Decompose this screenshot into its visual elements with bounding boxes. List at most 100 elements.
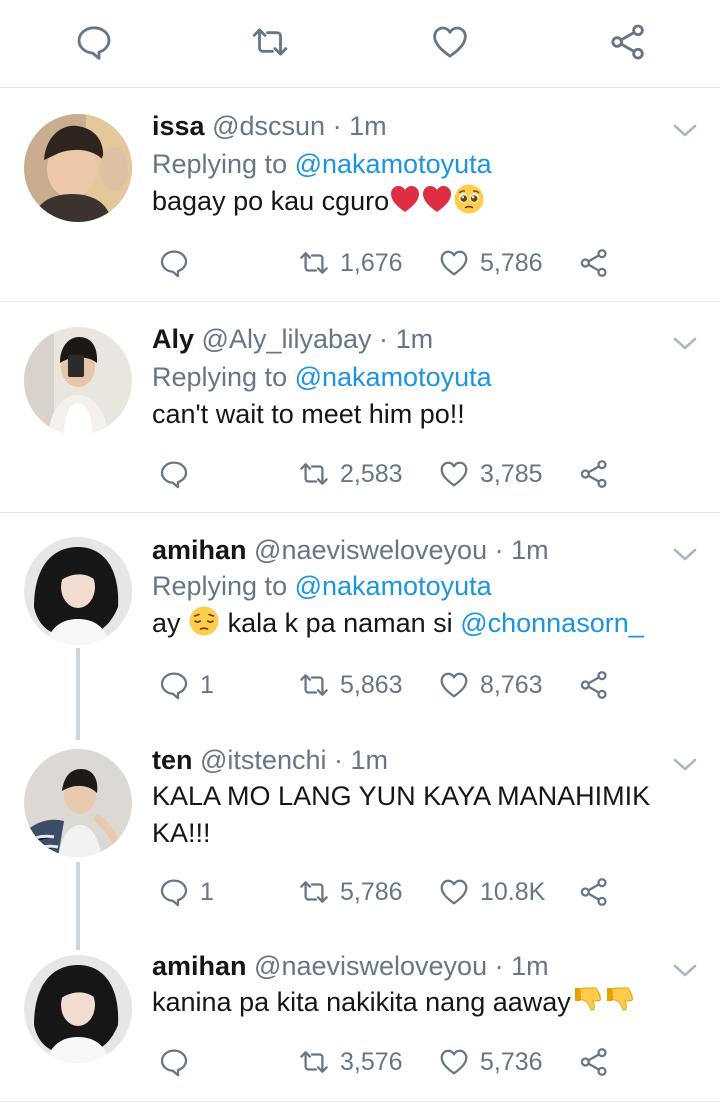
- share-button[interactable]: [578, 246, 610, 280]
- reply-icon: [158, 247, 190, 279]
- share-icon[interactable]: [608, 22, 648, 62]
- reply-icon[interactable]: [74, 22, 114, 62]
- tweet-text-content: ay: [152, 608, 181, 638]
- tweet-actions: 2,583 3,785: [152, 457, 622, 491]
- pleading-face-icon: [453, 183, 485, 215]
- like-button[interactable]: 5,786: [438, 246, 543, 280]
- retweet-count: 5,863: [340, 670, 403, 699]
- retweet-button[interactable]: 5,786: [298, 875, 403, 909]
- display-name[interactable]: amihan: [152, 951, 247, 981]
- like-icon: [438, 1046, 470, 1078]
- timestamp[interactable]: 1m: [511, 535, 549, 565]
- timestamp[interactable]: 1m: [396, 324, 434, 354]
- share-button[interactable]: [578, 457, 610, 491]
- mention-link[interactable]: @nakamotoyuta: [295, 149, 492, 179]
- chevron-down-icon[interactable]: [672, 547, 698, 563]
- like-button[interactable]: 5,736: [438, 1045, 543, 1079]
- timestamp[interactable]: 1m: [351, 745, 389, 775]
- tweet[interactable]: ten @itstenchi · 1m KALA MO LANG YUN KAY…: [0, 723, 720, 933]
- display-name[interactable]: Aly: [152, 324, 194, 354]
- timestamp[interactable]: 1m: [511, 951, 549, 981]
- retweet-count: 1,676: [340, 248, 403, 277]
- tweet-actions: 1 5,863 8,763: [152, 668, 622, 702]
- like-button[interactable]: 8,763: [438, 668, 543, 702]
- separator-dot: ·: [494, 535, 504, 565]
- avatar[interactable]: [24, 749, 132, 857]
- tweet-header: issa @dscsun · 1m: [152, 109, 387, 143]
- tweet-text-content: can't wait to meet him po!!: [152, 399, 465, 429]
- reply-button[interactable]: 1: [158, 875, 214, 909]
- reply-button[interactable]: [158, 457, 200, 491]
- tweet-header: ten @itstenchi · 1m: [152, 743, 388, 777]
- avatar[interactable]: [24, 114, 132, 222]
- tweet-text: KALA MO LANG YUN KAYA MANAHIMIK KA!!!: [152, 778, 697, 852]
- replying-to-label: Replying to: [152, 149, 288, 179]
- chevron-down-icon[interactable]: [672, 123, 698, 139]
- reply-count: 1: [200, 670, 214, 699]
- display-name[interactable]: ten: [152, 745, 193, 775]
- tweet[interactable]: amihan @naevisweloveyou · 1m kanina pa k…: [0, 933, 720, 1102]
- display-name[interactable]: amihan: [152, 535, 247, 565]
- user-handle[interactable]: @naevisweloveyou: [254, 951, 487, 981]
- replying-to-label: Replying to: [152, 362, 288, 392]
- share-button[interactable]: [578, 875, 610, 909]
- chevron-down-icon[interactable]: [672, 336, 698, 352]
- like-count: 8,763: [480, 670, 543, 699]
- reply-button[interactable]: 1: [158, 668, 214, 702]
- mention-link[interactable]: @nakamotoyuta: [295, 362, 492, 392]
- chevron-down-icon[interactable]: [672, 963, 698, 979]
- reply-button[interactable]: [158, 246, 200, 280]
- retweet-button[interactable]: 5,863: [298, 668, 403, 702]
- like-icon: [438, 458, 470, 490]
- avatar[interactable]: [24, 955, 132, 1063]
- thumbs-down-icon: [603, 984, 635, 1016]
- share-icon: [578, 458, 610, 490]
- like-icon[interactable]: [430, 22, 470, 62]
- avatar[interactable]: [24, 537, 132, 645]
- tweet[interactable]: amihan @naevisweloveyou · 1m Replying to…: [0, 513, 720, 723]
- share-icon: [578, 876, 610, 908]
- reply-button[interactable]: [158, 1045, 200, 1079]
- like-icon: [438, 669, 470, 701]
- like-button[interactable]: 10.8K: [438, 875, 545, 909]
- separator-dot: ·: [334, 745, 343, 775]
- retweet-button[interactable]: 1,676: [298, 246, 403, 280]
- retweet-count: 5,786: [340, 877, 403, 906]
- retweet-button[interactable]: 2,583: [298, 457, 403, 491]
- red-heart-icon: [389, 183, 421, 215]
- reply-icon: [158, 876, 190, 908]
- retweet-button[interactable]: 3,576: [298, 1045, 403, 1079]
- retweet-icon[interactable]: [250, 22, 290, 62]
- reply-count: 1: [200, 877, 214, 906]
- tweet[interactable]: Aly @Aly_lilyabay · 1m Replying to @naka…: [0, 302, 720, 513]
- display-name[interactable]: issa: [152, 111, 205, 141]
- tweet-text-content: KALA MO LANG YUN KAYA MANAHIMIK KA!!!: [152, 781, 651, 848]
- tweet-text: kanina pa kita nakikita nang aaway: [152, 984, 697, 1021]
- like-icon: [438, 247, 470, 279]
- tweet-actions: 3,576 5,736: [152, 1045, 622, 1079]
- share-button[interactable]: [578, 668, 610, 702]
- user-handle[interactable]: @Aly_lilyabay: [202, 324, 372, 354]
- avatar[interactable]: [24, 327, 132, 435]
- chevron-down-icon[interactable]: [672, 757, 698, 773]
- share-button[interactable]: [578, 1045, 610, 1079]
- mention-link[interactable]: @chonnasorn_: [460, 608, 644, 638]
- retweet-icon: [298, 669, 330, 701]
- tweet-text: bagay po kau cguro: [152, 183, 697, 220]
- share-icon: [578, 247, 610, 279]
- replying-to: Replying to @nakamotoyuta: [152, 360, 492, 394]
- mention-link[interactable]: @nakamotoyuta: [295, 571, 492, 601]
- tweet-header: Aly @Aly_lilyabay · 1m: [152, 322, 433, 356]
- like-button[interactable]: 3,785: [438, 457, 543, 491]
- user-handle[interactable]: @itstenchi: [200, 745, 326, 775]
- retweet-count: 2,583: [340, 459, 403, 488]
- timestamp[interactable]: 1m: [349, 111, 387, 141]
- pensive-face-icon: [188, 605, 220, 637]
- replying-to: Replying to @nakamotoyuta: [152, 147, 492, 181]
- user-handle[interactable]: @dscsun: [212, 111, 325, 141]
- retweet-icon: [298, 247, 330, 279]
- tweet-actions: 1 5,786 10.8K: [152, 875, 622, 909]
- tweet[interactable]: issa @dscsun · 1m Replying to @nakamotoy…: [0, 89, 720, 302]
- tweet-actions: 1,676 5,786: [152, 246, 622, 280]
- user-handle[interactable]: @naevisweloveyou: [254, 535, 487, 565]
